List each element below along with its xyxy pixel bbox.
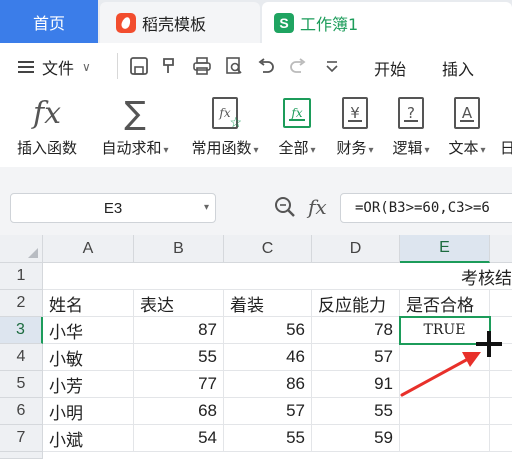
fx-icon[interactable]: fx	[308, 195, 327, 219]
date-functions-label: 日	[500, 139, 512, 157]
print-preview-icon[interactable]	[224, 56, 244, 76]
menu-bar: 文件 ∨ 开始 插入	[0, 43, 512, 89]
customize-toolbar-icon[interactable]	[322, 56, 342, 76]
text-functions-button[interactable]: A 文本 ▾	[444, 93, 490, 158]
formula-bar: E3 ▾ fx =OR(B3>=60,C3>=6	[0, 167, 512, 235]
annotation-arrow-icon	[400, 352, 481, 397]
tab-home-label: 首页	[32, 13, 65, 33]
tab-start[interactable]: 开始	[374, 56, 406, 80]
text-functions-icon: A	[454, 93, 480, 133]
tab-templates[interactable]: 稻壳模板	[100, 2, 260, 43]
undo-icon[interactable]	[256, 56, 276, 76]
all-functions-icon: fx	[283, 93, 311, 133]
sigma-icon: ∑	[124, 94, 146, 132]
redo-icon[interactable]	[288, 56, 308, 76]
tab-templates-label: 稻壳模板	[142, 14, 207, 34]
autosum-button[interactable]: ∑ 自动求和 ▾	[96, 93, 174, 158]
file-menu-label: 文件	[42, 59, 75, 78]
ribbon: fx 插入函数 ∑ 自动求和 ▾ fx ☆ 常用函数 ▾ fx 全部 ▾ ¥ 财务 ▾ ?…	[0, 89, 512, 167]
insert-function-button[interactable]: fx 插入函数	[12, 93, 82, 158]
formula-input[interactable]: =OR(B3>=60,C3>=6	[340, 193, 512, 223]
text-functions-label: 文本	[448, 139, 479, 157]
star-function-icon: fx ☆	[212, 93, 242, 133]
print-icon[interactable]	[192, 56, 212, 76]
crosshair-cursor-icon	[476, 331, 502, 357]
tab-workbook-label: 工作簿1	[300, 14, 359, 34]
autosum-label: 自动求和	[101, 139, 162, 157]
spreadsheet-logo-icon: S	[274, 12, 294, 33]
logic-label: 逻辑	[392, 139, 423, 157]
insert-function-label: 插入函数	[16, 139, 77, 157]
common-functions-button[interactable]: fx ☆ 常用函数 ▾	[186, 93, 264, 158]
name-box[interactable]: E3 ▾	[10, 193, 216, 223]
logic-button[interactable]: ? 逻辑 ▾	[388, 93, 434, 158]
tab-bar: 首页 稻壳模板 S 工作簿1	[0, 0, 512, 43]
fx-icon: fx	[32, 95, 62, 131]
name-box-value: E3	[103, 199, 123, 217]
zoom-icon[interactable]	[274, 196, 296, 218]
format-painter-icon[interactable]	[160, 56, 180, 76]
hamburger-icon	[18, 61, 34, 73]
chevron-down-icon: ∨	[82, 60, 91, 74]
chevron-down-icon[interactable]: ▾	[204, 202, 209, 213]
finance-button[interactable]: ¥ 财务 ▾	[332, 93, 378, 158]
tab-home[interactable]: 首页	[0, 0, 98, 43]
logic-icon: ?	[398, 93, 424, 133]
tab-insert[interactable]: 插入	[442, 56, 474, 80]
common-functions-label: 常用函数	[191, 139, 252, 157]
divider	[117, 53, 118, 79]
finance-label: 财务	[336, 139, 367, 157]
file-menu-button[interactable]: 文件 ∨	[18, 55, 91, 79]
spreadsheet-grid: A B C D E 1 2 3 4 5 6 7 考核结 姓名 表达 着装 反应能…	[0, 235, 512, 459]
docer-logo-icon	[116, 12, 136, 33]
tab-workbook[interactable]: S 工作簿1	[262, 2, 512, 43]
all-functions-label: 全部	[278, 139, 309, 157]
save-icon[interactable]	[129, 56, 149, 76]
finance-icon: ¥	[342, 93, 368, 133]
all-functions-button[interactable]: fx 全部 ▾	[274, 93, 320, 158]
date-functions-button[interactable]: 日	[500, 93, 512, 158]
